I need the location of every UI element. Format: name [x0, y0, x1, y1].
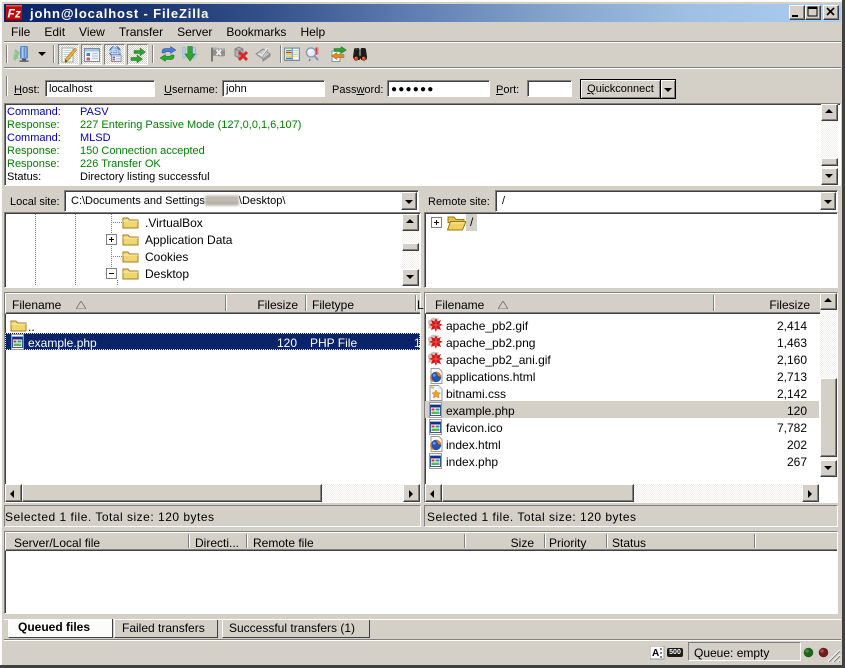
svg-text:A: A [652, 648, 659, 659]
svg-text:Fz: Fz [8, 7, 21, 21]
